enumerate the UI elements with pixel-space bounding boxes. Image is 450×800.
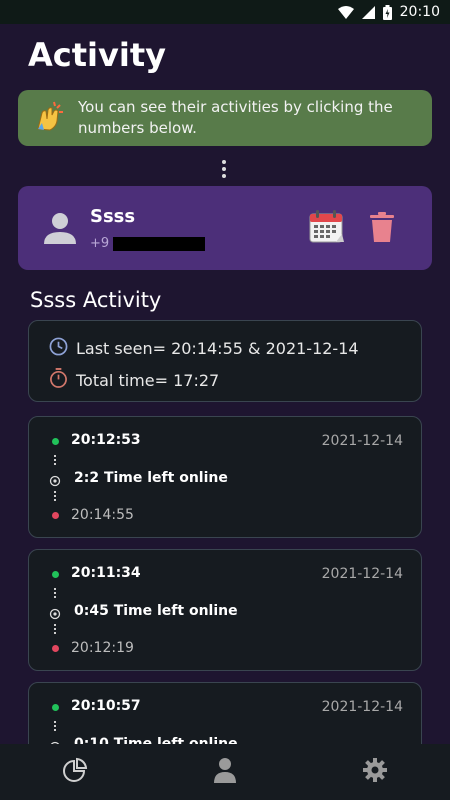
activity-date: 2021-12-14 [321,566,403,582]
trash-icon[interactable] [370,212,394,246]
nav-stats-button[interactable] [45,744,105,800]
nav-contacts-button[interactable] [195,744,255,800]
gear-icon [362,757,388,787]
activity-item[interactable]: 20:10:57 2021-12-14 0:10 Time left onlin… [28,682,422,744]
online-dot [52,438,59,445]
online-dot [52,571,59,578]
total-time-text: Total time= 17:27 [76,370,220,390]
connector-line [54,588,56,598]
contact-name: Ssss [90,206,136,227]
activity-date: 2021-12-14 [321,699,403,715]
phone-prefix: +9 [90,236,110,251]
tap-hand-icon [32,99,66,137]
last-seen-text: Last seen= 20:14:55 & 2021-12-14 [76,339,359,358]
activity-item[interactable]: 20:11:34 2021-12-14 0:45 Time left onlin… [28,549,422,671]
end-time: 20:14:55 [71,507,134,523]
section-title: Ssss Activity [30,288,162,312]
connector-line [54,491,56,501]
hint-banner[interactable]: You can see their activities by clicking… [18,90,432,146]
wifi-icon [337,5,354,19]
contact-phone: +9 [90,236,206,251]
last-seen-row: Last seen= 20:14:55 & 2021-12-14 [49,337,359,360]
total-time-row: Total time= 17:27 [49,368,219,392]
phone-redacted [113,236,206,251]
status-time: 20:10 [399,4,440,20]
start-time: 20:10:57 [71,698,141,714]
offline-dot [52,645,59,652]
start-time: 20:12:53 [71,432,141,448]
connector-line [54,721,56,731]
person-icon [42,210,78,250]
battery-icon [382,4,392,20]
start-time: 20:11:34 [71,565,141,581]
contact-card[interactable]: Ssss +9 [18,186,432,270]
online-dot [52,704,59,711]
page-title: Activity [28,36,166,74]
signal-icon [361,5,375,19]
connector-line [54,624,56,634]
status-bar: 20:10 [0,0,450,24]
activity-item[interactable]: 20:12:53 2021-12-14 2:2 Time left online… [28,416,422,538]
calendar-icon[interactable] [308,208,346,250]
bottom-nav [0,744,450,800]
activity-list[interactable]: 20:12:53 2021-12-14 2:2 Time left online… [28,416,422,744]
summary-card: Last seen= 20:14:55 & 2021-12-14 Total t… [28,320,422,402]
hint-text: You can see their activities by clicking… [78,98,393,137]
online-duration: 0:10 Time left online [74,736,238,744]
end-time: 20:12:19 [71,640,134,656]
online-duration: 0:45 Time left online [74,603,238,619]
target-icon [49,472,61,491]
clock-icon [49,337,68,360]
pie-chart-icon [62,757,88,787]
stopwatch-icon [49,368,68,392]
target-icon [49,605,61,624]
offline-dot [52,512,59,519]
connector-line [54,455,56,465]
more-options-icon[interactable] [216,157,232,181]
nav-settings-button[interactable] [345,744,405,800]
online-duration: 2:2 Time left online [74,470,228,486]
person-icon [213,757,237,787]
activity-date: 2021-12-14 [321,433,403,449]
